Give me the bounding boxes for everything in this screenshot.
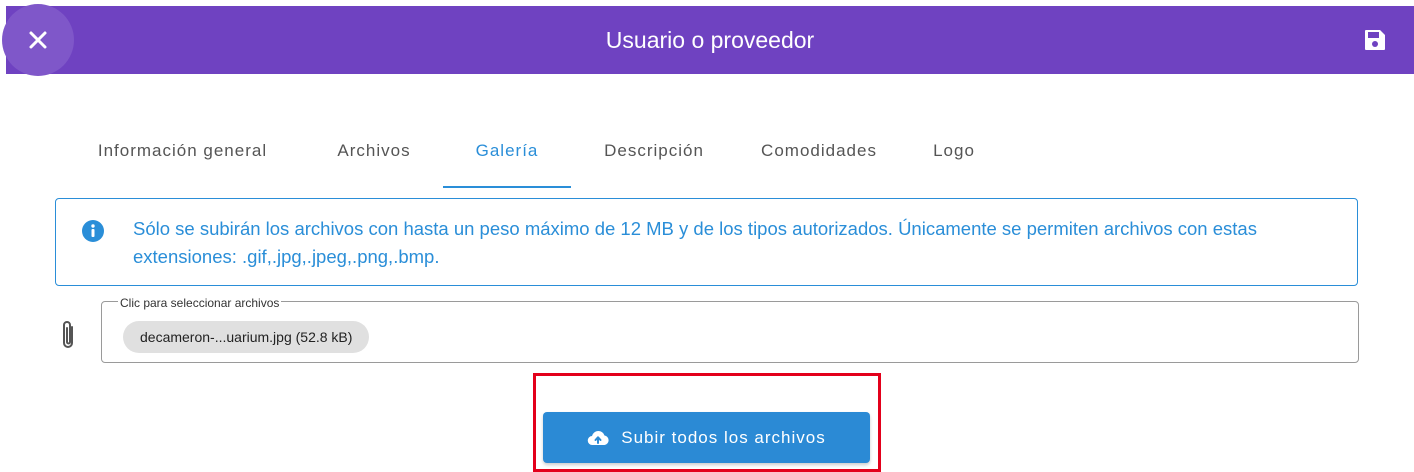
info-alert: Sólo se subirán los archivos con hasta u… <box>55 198 1358 286</box>
file-select-field[interactable]: Clic para seleccionar archivos decameron… <box>101 296 1359 363</box>
tab-informacion-general[interactable]: Información general <box>60 120 305 188</box>
tab-descripcion[interactable]: Descripción <box>571 120 737 188</box>
paperclip-icon <box>63 321 73 348</box>
save-icon <box>1365 30 1385 50</box>
file-field-label: Clic para seleccionar archivos <box>118 296 282 310</box>
tab-logo[interactable]: Logo <box>901 120 1007 188</box>
tab-archivos[interactable]: Archivos <box>305 120 443 188</box>
save-button[interactable] <box>1362 26 1388 54</box>
upload-all-label: Subir todos los archivos <box>621 427 826 447</box>
dialog-title: Usuario o proveedor <box>605 27 815 53</box>
info-icon <box>82 220 104 242</box>
tab-comodidades[interactable]: Comodidades <box>737 120 901 188</box>
cloud-upload-icon <box>587 430 609 445</box>
page: Usuario o proveedor Información general … <box>0 0 1414 472</box>
file-chip[interactable]: decameron-...uarium.jpg (52.8 kB) <box>123 321 370 353</box>
close-button[interactable] <box>2 4 74 76</box>
info-message: Sólo se subirán los archivos con hasta u… <box>133 218 1257 267</box>
dialog-header: Usuario o proveedor <box>2 4 1414 76</box>
tab-galeria[interactable]: Galería <box>443 120 571 188</box>
close-icon <box>29 31 47 49</box>
upload-all-button[interactable]: Subir todos los archivos <box>543 412 870 463</box>
tab-bar: Información general Archivos Galería Des… <box>60 120 1007 188</box>
